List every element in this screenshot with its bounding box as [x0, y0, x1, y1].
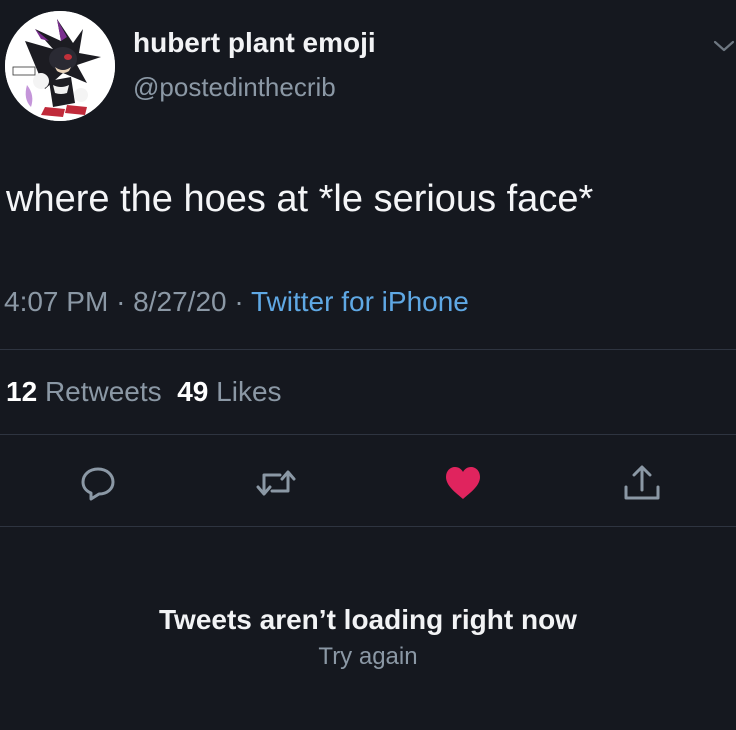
- avatar[interactable]: [5, 11, 115, 121]
- tweet-date[interactable]: 8/27/20: [133, 286, 226, 317]
- likes-stat[interactable]: 49 Likes: [177, 376, 281, 407]
- divider: [0, 526, 736, 527]
- try-again-link[interactable]: Try again: [0, 643, 736, 671]
- tweet-text: where the hoes at *le serious face*: [6, 178, 594, 220]
- meta-separator: ·: [234, 286, 244, 317]
- retweets-label: Retweets: [44, 376, 162, 407]
- share-icon: [624, 465, 660, 500]
- like-button[interactable]: [442, 463, 482, 503]
- divider: [0, 349, 736, 350]
- reply-icon: [81, 467, 115, 501]
- retweets-stat[interactable]: 12 Retweets: [6, 376, 162, 407]
- error-message: Tweets aren’t loading right now: [159, 604, 577, 635]
- retweet-button[interactable]: [254, 463, 296, 503]
- retweet-icon: [256, 470, 296, 496]
- retweets-count: 12: [6, 376, 38, 407]
- divider: [0, 434, 736, 435]
- chevron-down-icon[interactable]: [712, 36, 736, 56]
- author-handle[interactable]: @postedinthecrib: [133, 72, 336, 103]
- reply-button[interactable]: [78, 463, 118, 503]
- likes-label: Likes: [216, 376, 282, 407]
- tweet-source-link[interactable]: Twitter for iPhone: [251, 286, 469, 317]
- heart-icon: [446, 467, 480, 499]
- likes-count: 49: [177, 376, 209, 407]
- tweet-meta: 4:07 PM · 8/27/20 · Twitter for iPhone: [4, 286, 469, 318]
- hedgehog-character-avatar-icon: [5, 11, 115, 121]
- meta-separator: ·: [116, 286, 126, 317]
- share-button[interactable]: [621, 463, 661, 503]
- tweet-stats: 12 Retweets 49 Likes: [6, 376, 282, 408]
- author-display-name[interactable]: hubert plant emoji: [133, 27, 376, 59]
- tweet-time[interactable]: 4:07 PM: [4, 286, 108, 317]
